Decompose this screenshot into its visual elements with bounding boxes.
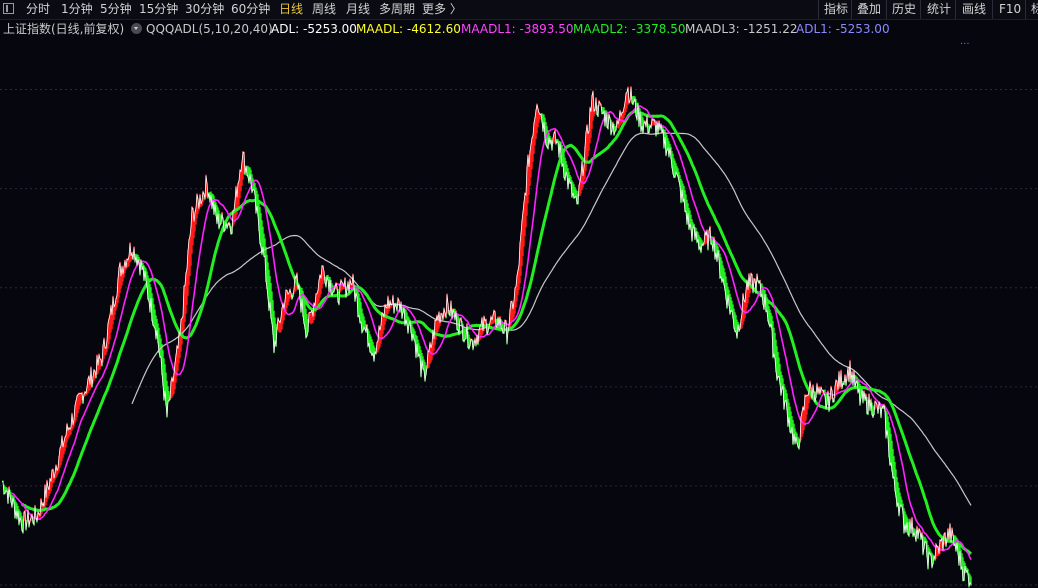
chart-marker: ... [960,36,970,47]
maadl2-line [20,109,973,556]
adl-bars [2,86,972,588]
chart-marker-dots: ... [960,36,970,47]
adl-line [1,87,972,587]
adl-indicator-chart[interactable]: ... [0,0,1038,588]
ma-lines [1,87,973,587]
